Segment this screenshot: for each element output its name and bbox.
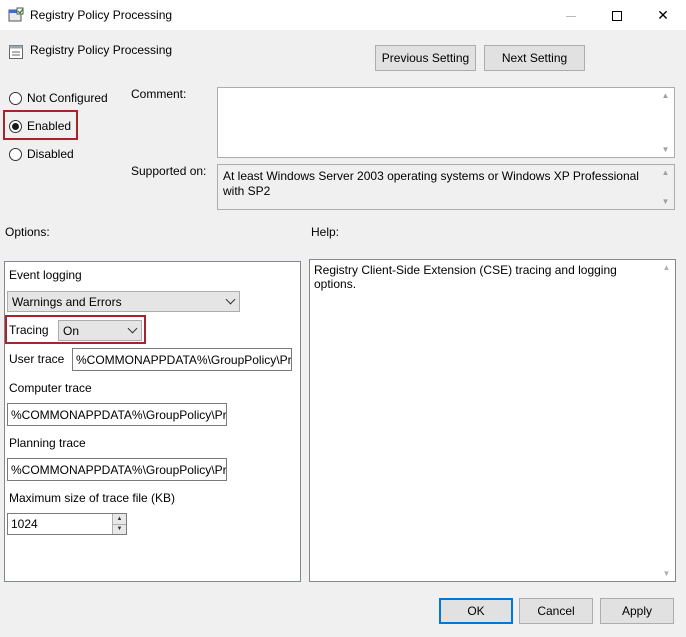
setting-icon [9, 45, 23, 59]
planning-trace-label: Planning trace [9, 436, 86, 450]
maximize-icon [612, 11, 622, 22]
apply-button[interactable]: Apply [600, 598, 674, 624]
close-icon: ✕ [657, 7, 669, 23]
event-logging-label: Event logging [9, 268, 82, 282]
comment-textarea[interactable]: ▲ ▼ [217, 87, 675, 158]
user-trace-input[interactable]: %COMMONAPPDATA%\GroupPolicy\Pr [72, 348, 292, 371]
options-label: Options: [5, 225, 50, 239]
next-setting-button[interactable]: Next Setting [484, 45, 585, 71]
max-size-label: Maximum size of trace file (KB) [9, 491, 176, 505]
policy-app-icon [8, 7, 24, 22]
spin-down-icon[interactable]: ▼ [113, 523, 126, 534]
supported-on-label: Supported on: [131, 164, 207, 178]
comment-scrollbar[interactable]: ▲ ▼ [657, 88, 674, 157]
minimize-icon [566, 15, 576, 17]
event-logging-value: Warnings and Errors [12, 294, 122, 309]
ok-button[interactable]: OK [439, 598, 513, 624]
spin-buttons[interactable]: ▲ ▼ [112, 514, 126, 534]
tracing-dropdown[interactable]: On [58, 320, 142, 341]
radio-enabled[interactable]: Enabled [9, 119, 71, 133]
maximize-button[interactable] [594, 0, 640, 30]
user-trace-label: User trace [9, 352, 65, 366]
computer-trace-label: Computer trace [9, 381, 92, 395]
radio-disabled[interactable]: Disabled [9, 147, 74, 161]
radio-label: Disabled [27, 147, 74, 161]
help-text: Registry Client-Side Extension (CSE) tra… [314, 263, 617, 291]
radio-label: Enabled [27, 119, 72, 133]
max-size-spinner[interactable]: 1024 ▲ ▼ [7, 513, 127, 535]
scroll-down-icon[interactable]: ▼ [662, 197, 670, 206]
planning-trace-input[interactable]: %COMMONAPPDATA%\GroupPolicy\Pr [7, 458, 227, 481]
supported-scrollbar[interactable]: ▲ ▼ [657, 165, 674, 209]
scroll-up-icon[interactable]: ▲ [662, 168, 670, 177]
previous-setting-button[interactable]: Previous Setting [375, 45, 476, 71]
radio-circle[interactable] [9, 119, 22, 133]
close-button[interactable]: ✕ [640, 0, 686, 30]
help-label: Help: [311, 225, 340, 239]
window-title: Registry Policy Processing [30, 8, 173, 22]
radio-circle[interactable] [9, 147, 22, 161]
spin-up-icon[interactable]: ▲ [113, 514, 126, 524]
event-logging-dropdown[interactable]: Warnings and Errors [7, 291, 240, 312]
cancel-button[interactable]: Cancel [519, 598, 593, 624]
radio-not-configured[interactable]: Not Configured [9, 91, 108, 105]
scroll-down-icon[interactable]: ▼ [662, 145, 670, 154]
tracing-label: Tracing [9, 323, 49, 337]
computer-trace-input[interactable]: %COMMONAPPDATA%\GroupPolicy\Pr [7, 403, 227, 426]
radio-circle[interactable] [9, 91, 22, 105]
minimize-button[interactable] [548, 0, 594, 30]
help-scrollbar[interactable]: ▲ ▼ [658, 260, 675, 581]
tracing-value: On [63, 323, 80, 338]
supported-on-box: At least Windows Server 2003 operating s… [217, 164, 675, 210]
comment-label: Comment: [131, 87, 187, 101]
help-panel: Registry Client-Side Extension (CSE) tra… [309, 259, 676, 582]
chevron-down-icon [225, 294, 236, 305]
scroll-up-icon[interactable]: ▲ [663, 263, 671, 272]
radio-label: Not Configured [27, 91, 108, 105]
max-size-value: 1024 [11, 517, 38, 531]
scroll-up-icon[interactable]: ▲ [662, 91, 670, 100]
chevron-down-icon [127, 323, 138, 334]
supported-on-value: At least Windows Server 2003 operating s… [223, 169, 639, 198]
scroll-down-icon[interactable]: ▼ [663, 569, 671, 578]
setting-title: Registry Policy Processing [30, 43, 173, 57]
